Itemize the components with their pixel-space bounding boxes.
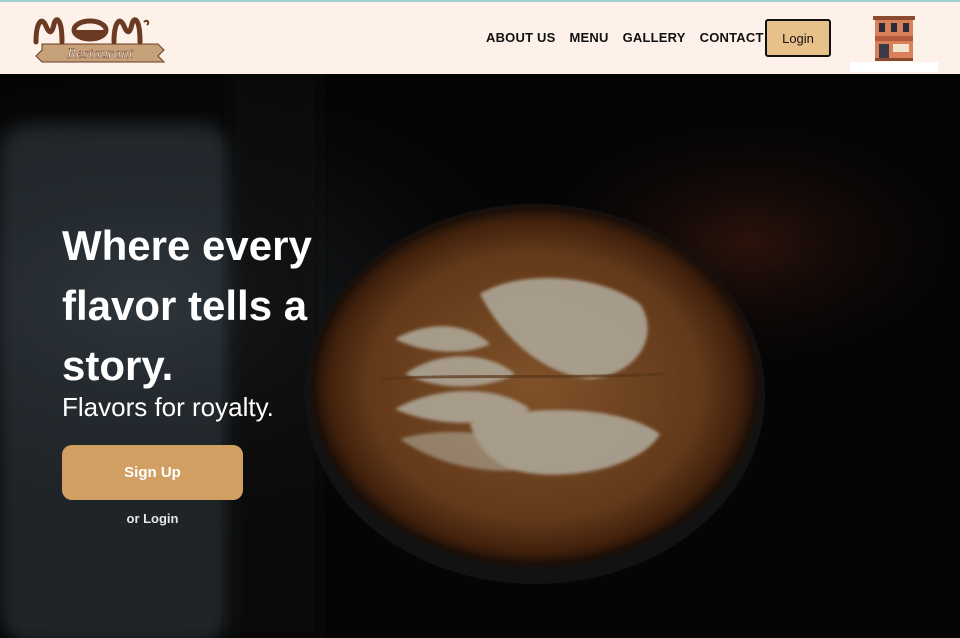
hero-section: Where every flavor tells a story. Flavor… xyxy=(0,74,960,638)
hero-headline: Where every flavor tells a story. xyxy=(62,222,312,389)
login-button[interactable]: Login xyxy=(765,19,831,57)
nav-about-us[interactable]: ABOUT US xyxy=(486,30,556,50)
svg-text:Restaurant: Restaurant xyxy=(66,46,134,62)
storefront-icon xyxy=(873,16,915,61)
or-login-link[interactable]: or Login xyxy=(62,511,243,526)
logo-icon: Restaurant xyxy=(33,17,166,63)
storefront-badge[interactable] xyxy=(850,14,938,72)
hero-tagline: Flavors for royalty. xyxy=(62,392,274,422)
restaurant-logo[interactable]: Restaurant xyxy=(30,8,170,68)
main-nav: ABOUT US MENU GALLERY CONTACT US xyxy=(486,30,786,50)
nav-gallery[interactable]: GALLERY xyxy=(623,30,686,50)
sign-up-button[interactable]: Sign Up xyxy=(62,445,243,500)
navbar: Restaurant ABOUT US MENU GALLERY CONTACT… xyxy=(0,2,960,74)
nav-menu[interactable]: MENU xyxy=(570,30,609,50)
